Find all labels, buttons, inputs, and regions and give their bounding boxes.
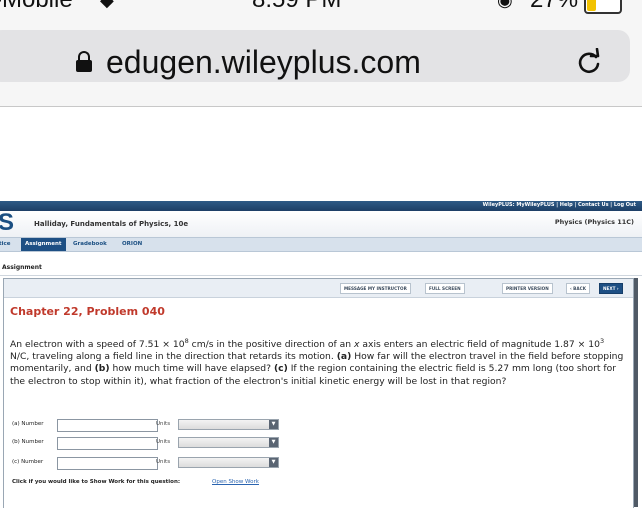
number-input-a[interactable] — [57, 419, 158, 432]
number-input-b[interactable] — [57, 437, 158, 450]
url-text[interactable]: edugen.wileyplus.com — [106, 44, 421, 81]
section-heading: Assignment — [2, 264, 42, 271]
units-select-a[interactable]: ▼ — [178, 419, 279, 430]
clock: 8:59 PM — [252, 0, 341, 14]
wiley-top-bar: WileyPLUS: MyWileyPLUS | Help | Contact … — [0, 201, 642, 211]
chevron-down-icon: ▼ — [269, 420, 278, 429]
full-screen-button[interactable]: FULL SCREEN — [425, 283, 465, 294]
number-input-c[interactable] — [57, 457, 158, 470]
units-select-b[interactable]: ▼ — [178, 437, 279, 448]
problem-statement: An electron with a speed of 7.51 × 108 c… — [10, 337, 624, 387]
top-links[interactable]: WileyPLUS: MyWileyPLUS | Help | Contact … — [483, 202, 636, 208]
main-nav: tice Assignment Gradebook ORION — [0, 237, 642, 252]
tab-practice[interactable]: tice — [0, 238, 15, 251]
browser-toolbar: edugen.wileyplus.com — [0, 20, 642, 107]
assignment-toolbar: MESSAGE MY INSTRUCTOR FULL SCREEN PRINTE… — [4, 279, 633, 298]
reload-icon[interactable] — [574, 48, 604, 78]
wifi-icon: ◆ — [100, 0, 114, 10]
units-label: Units — [156, 421, 171, 427]
show-work-prompt: Click if you would like to Show Work for… — [12, 479, 181, 485]
book-title: Halliday, Fundamentals of Physics, 10e — [34, 220, 189, 228]
panel-shadow — [634, 278, 638, 507]
rotation-lock-icon: ◉ — [497, 0, 513, 10]
message-instructor-button[interactable]: MESSAGE MY INSTRUCTOR — [340, 283, 411, 294]
units-label: Units — [156, 459, 171, 465]
divider — [0, 275, 642, 276]
next-button[interactable]: NEXT › — [599, 283, 623, 294]
answer-label: (b) Number — [12, 439, 44, 445]
wiley-title-bar: S Halliday, Fundamentals of Physics, 10e… — [0, 211, 642, 237]
problem-title: Chapter 22, Problem 040 — [10, 305, 165, 318]
tab-assignment[interactable]: Assignment — [21, 238, 66, 251]
wileyplus-logo[interactable]: S — [0, 211, 14, 235]
back-button[interactable]: ‹ BACK — [566, 283, 590, 294]
open-show-work-link[interactable]: Open Show Work — [212, 479, 259, 485]
lock-icon — [76, 51, 92, 72]
battery-percent: 27% — [530, 0, 578, 14]
units-select-c[interactable]: ▼ — [178, 457, 279, 468]
carrier-label: -Mobile — [0, 0, 73, 14]
status-bar: -Mobile ◆ 8:59 PM ◉ 27% — [0, 0, 642, 20]
address-bar[interactable]: edugen.wileyplus.com — [0, 30, 630, 82]
units-label: Units — [156, 439, 171, 445]
battery-fill — [587, 0, 597, 11]
answer-label: (a) Number — [12, 421, 44, 427]
chevron-down-icon: ▼ — [269, 458, 278, 467]
tab-gradebook[interactable]: Gradebook — [69, 238, 111, 251]
problem-panel: MESSAGE MY INSTRUCTOR FULL SCREEN PRINTE… — [3, 278, 634, 508]
answer-label: (c) Number — [12, 459, 44, 465]
tab-orion[interactable]: ORION — [118, 238, 146, 251]
battery-icon — [584, 0, 622, 14]
chevron-down-icon: ▼ — [269, 438, 278, 447]
printer-version-button[interactable]: PRINTER VERSION — [502, 283, 553, 294]
course-name: Physics (Physics 11C) — [554, 218, 634, 226]
